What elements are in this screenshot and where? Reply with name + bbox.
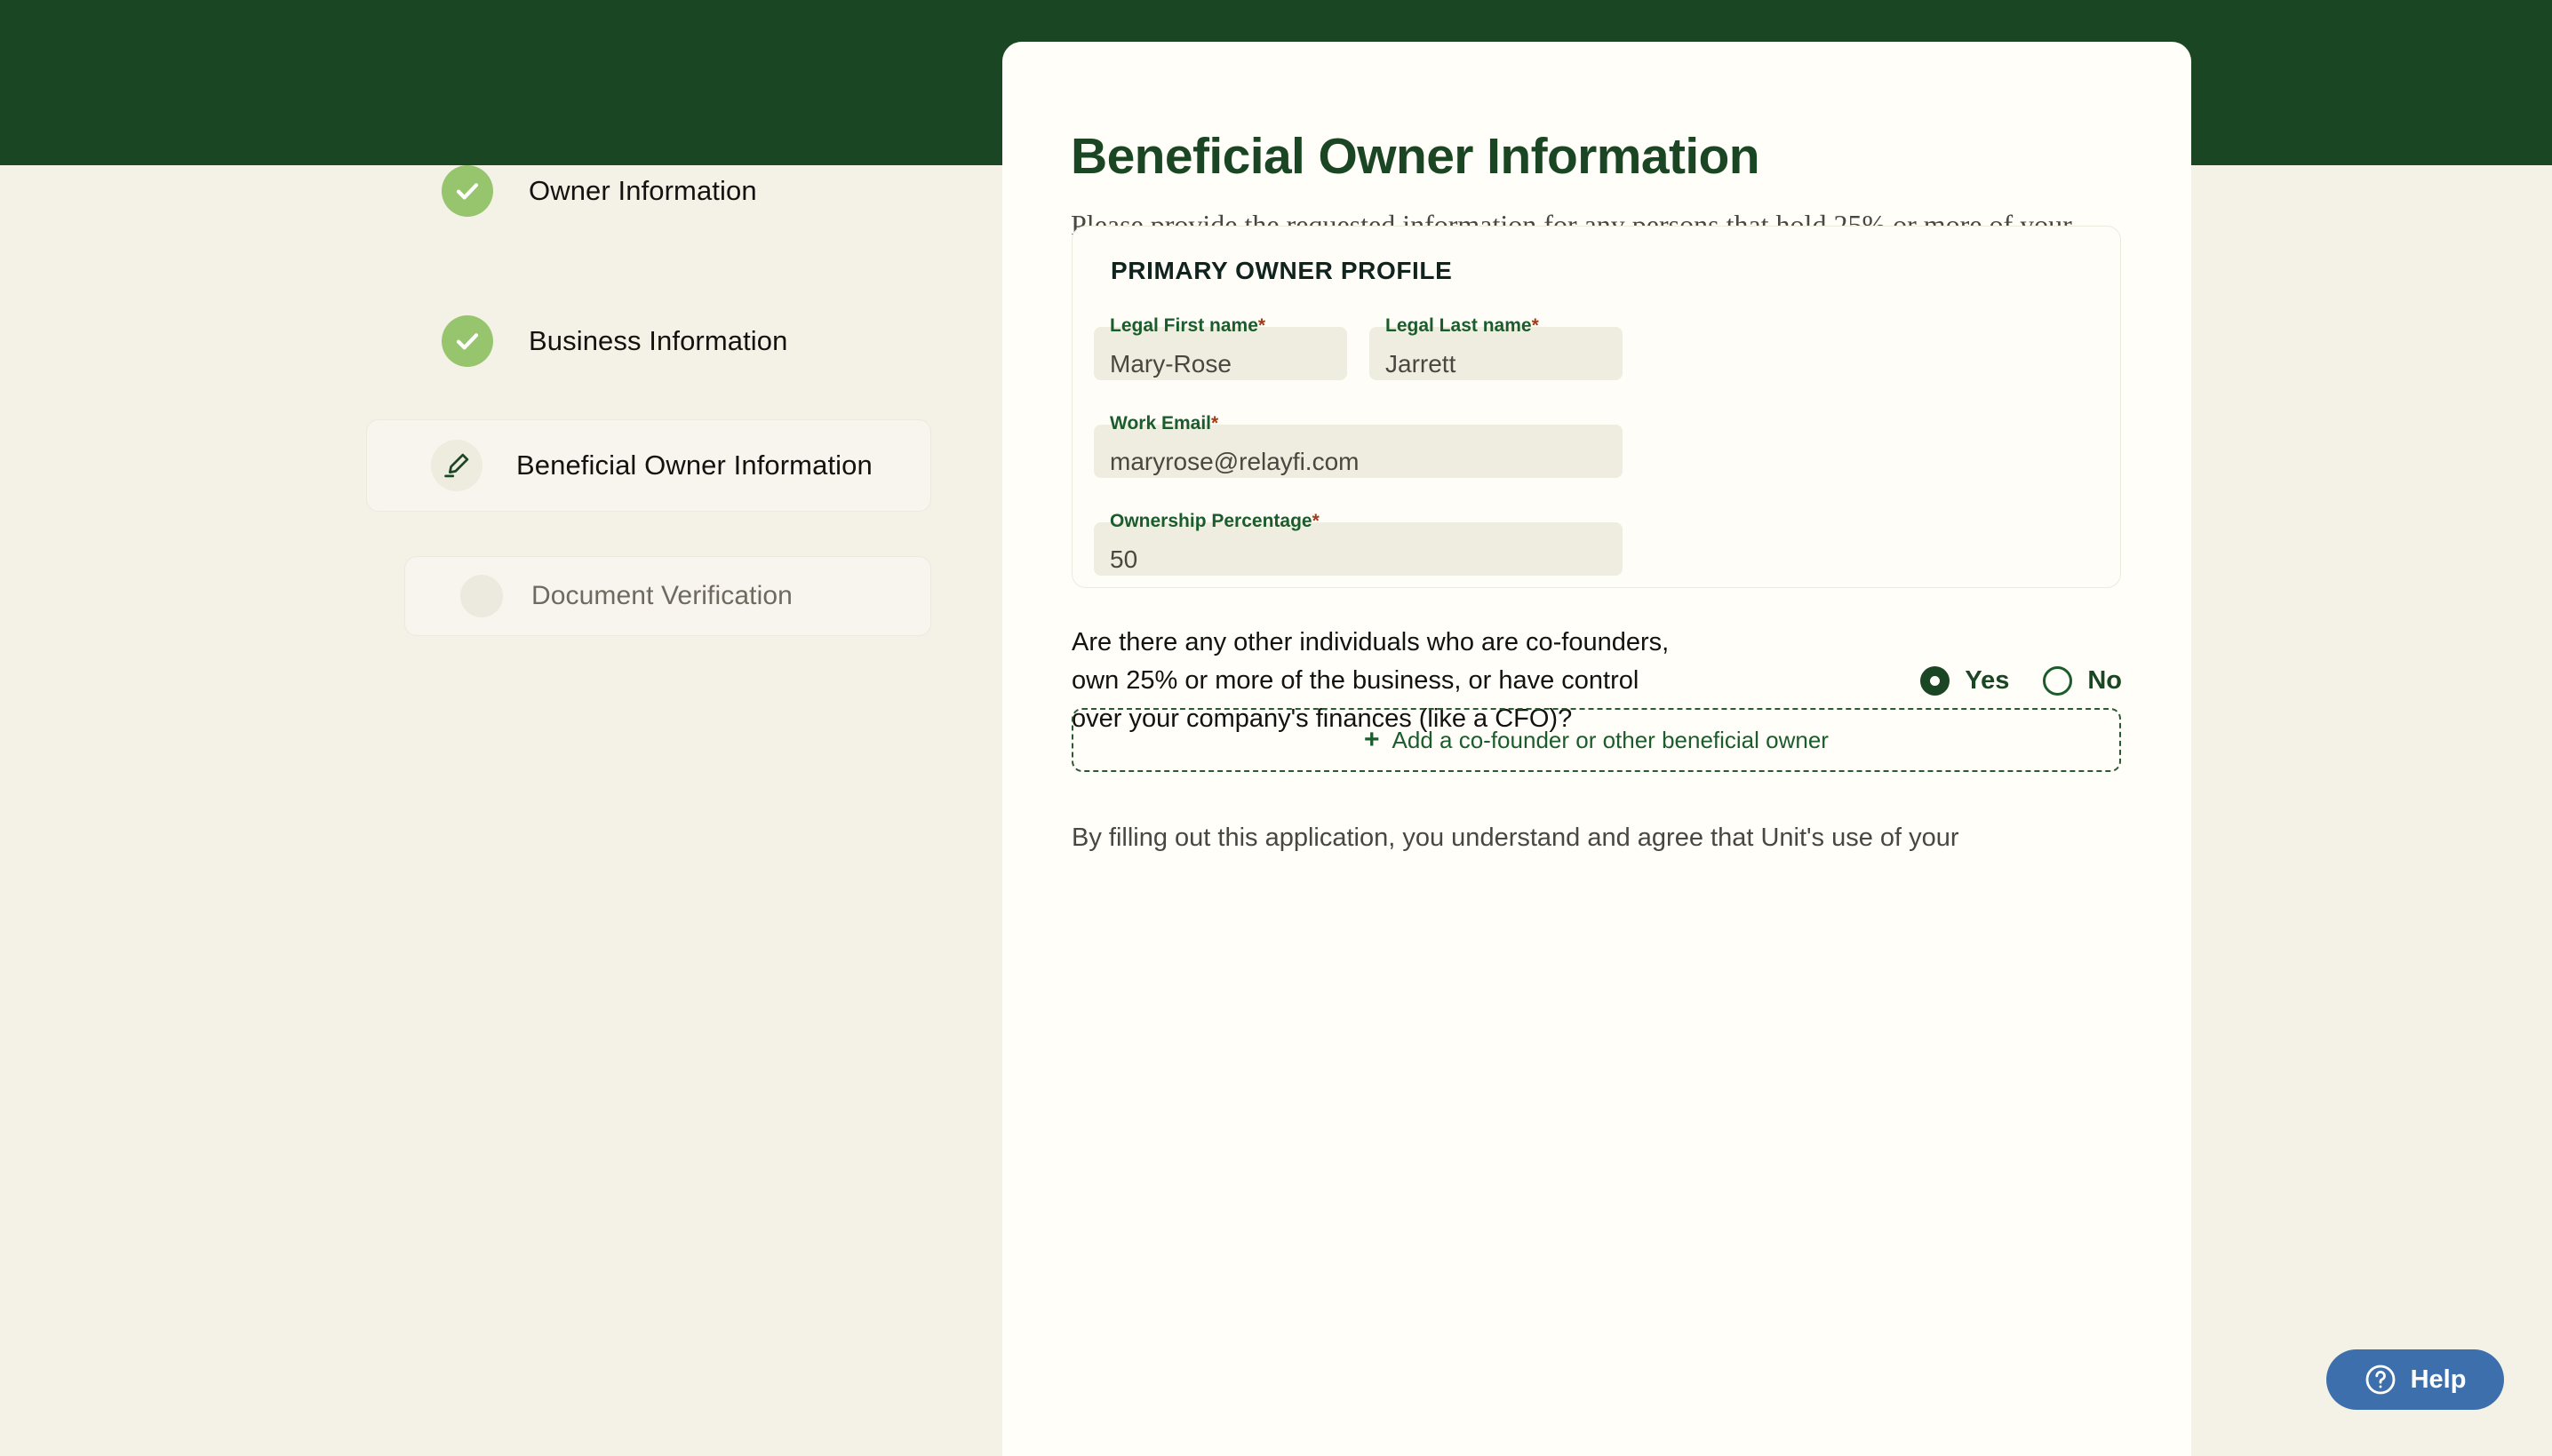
- page-title: Beneficial Owner Information: [1071, 128, 1760, 185]
- ownership-percentage-label: Ownership Percentage*: [1110, 511, 1320, 532]
- label-text: Work Email: [1110, 413, 1211, 434]
- required-asterisk: *: [1531, 315, 1539, 336]
- question-circle-icon: [2365, 1364, 2396, 1396]
- sidebar-item-label: Owner Information: [529, 175, 757, 206]
- label-text: Legal Last name: [1385, 315, 1532, 336]
- radio-selected-icon[interactable]: [1920, 666, 1950, 696]
- required-asterisk: *: [1312, 511, 1320, 531]
- sidebar-item-owner-information[interactable]: Owner Information: [442, 165, 757, 217]
- onboarding-stepper: Owner Information Business Information B…: [0, 165, 1002, 1456]
- check-icon: [442, 165, 493, 217]
- primary-owner-profile-card: PRIMARY OWNER PROFILE Legal First name* …: [1072, 226, 2121, 588]
- sidebar-item-label: Business Information: [529, 325, 788, 356]
- radio-unselected-icon[interactable]: [2043, 666, 2073, 696]
- section-heading: PRIMARY OWNER PROFILE: [1111, 257, 1453, 284]
- add-co-founder-button[interactable]: + Add a co-founder or other beneficial o…: [1072, 708, 2121, 772]
- help-button[interactable]: Help: [2326, 1349, 2504, 1410]
- sidebar-item-document-verification[interactable]: Document Verification: [404, 556, 931, 636]
- check-icon: [442, 315, 493, 367]
- sidebar-item-business-information[interactable]: Business Information: [442, 315, 787, 367]
- sidebar-item-label: Beneficial Owner Information: [516, 450, 873, 481]
- plus-icon: +: [1364, 725, 1380, 754]
- label-text: Legal First name: [1110, 315, 1258, 336]
- radio-label-yes: Yes: [1965, 666, 2010, 695]
- pencil-icon: [431, 440, 482, 491]
- legal-disclaimer-text: By filling out this application, you und…: [1072, 823, 1959, 852]
- radio-option-yes[interactable]: Yes: [1920, 666, 2009, 696]
- required-asterisk: *: [1210, 413, 1219, 434]
- help-label: Help: [2410, 1365, 2467, 1394]
- legal-last-name-label: Legal Last name*: [1385, 315, 1539, 337]
- main-content-card: Beneficial Owner Information Please prov…: [1002, 42, 2191, 1456]
- label-text: Ownership Percentage: [1110, 511, 1312, 531]
- add-co-founder-label: Add a co-founder or other beneficial own…: [1392, 726, 1829, 753]
- radio-label-no: No: [2087, 666, 2122, 695]
- legal-first-name-label: Legal First name*: [1110, 315, 1265, 337]
- additional-owners-radio-group: Yes No: [1920, 666, 2122, 696]
- required-asterisk: *: [1257, 315, 1266, 336]
- empty-circle-icon: [460, 575, 503, 617]
- sidebar-item-beneficial-owner-information[interactable]: Beneficial Owner Information: [366, 419, 931, 512]
- work-email-label: Work Email*: [1110, 413, 1218, 434]
- sidebar-item-label: Document Verification: [531, 581, 793, 610]
- radio-option-no[interactable]: No: [2043, 666, 2122, 696]
